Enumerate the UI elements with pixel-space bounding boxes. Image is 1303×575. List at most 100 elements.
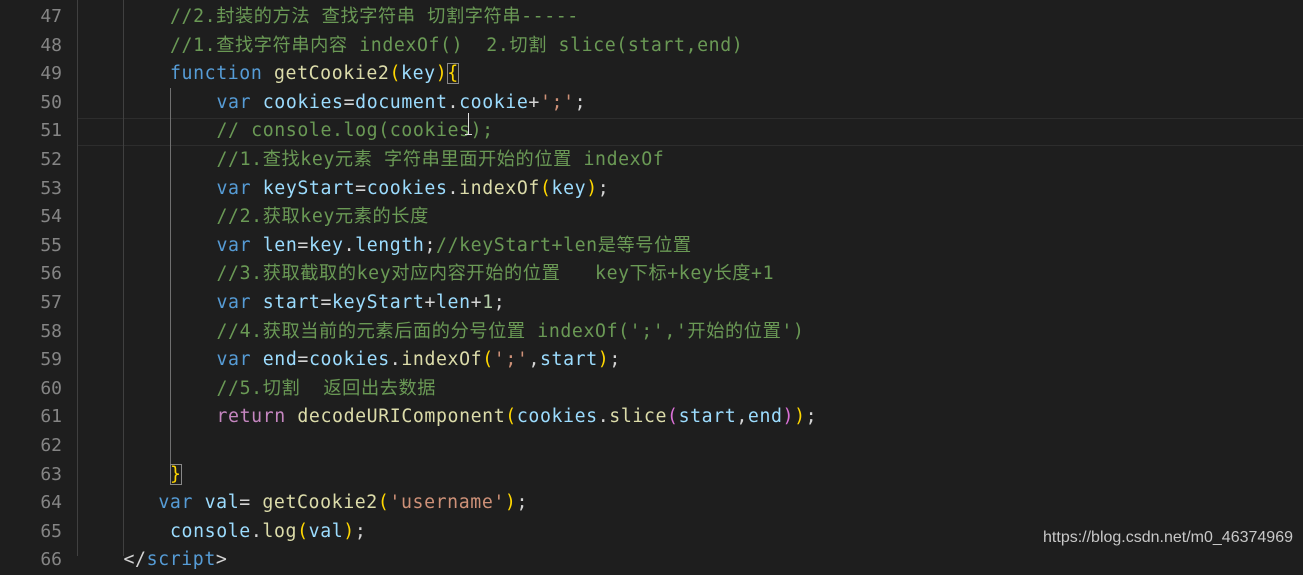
code-token: ; bbox=[574, 91, 587, 113]
code-text: var cookies=document.cookie+';'; bbox=[217, 89, 587, 118]
code-line[interactable]: 56 //3.获取截取的key对应内容开始的位置 key下标+key长度+1 bbox=[0, 260, 1303, 289]
code-line[interactable]: 62 bbox=[0, 432, 1303, 461]
code-line[interactable]: 50 var cookies=document.cookie+';'; bbox=[0, 89, 1303, 118]
code-token: ; bbox=[424, 234, 437, 256]
code-token: ; bbox=[516, 492, 529, 514]
code-line[interactable]: 58 //4.获取当前的元素后面的分号位置 indexOf(';','开始的位置'… bbox=[0, 318, 1303, 347]
code-line[interactable]: 54 //2.获取key元素的长度 bbox=[0, 203, 1303, 232]
line-number: 57 bbox=[40, 292, 62, 313]
code-token: + bbox=[470, 292, 483, 313]
line-number: 59 bbox=[40, 349, 62, 371]
code-token: </ bbox=[123, 549, 147, 571]
code-token: var bbox=[216, 91, 252, 113]
code-token: . bbox=[447, 177, 460, 199]
code-token: ) bbox=[435, 63, 448, 85]
code-token: val bbox=[204, 492, 240, 514]
code-text: return decodeURIComponent(cookies.slice(… bbox=[217, 403, 818, 432]
code-line[interactable]: 47 //2.封装的方法 查找字符串 切割字符串----- bbox=[0, 3, 1303, 32]
code-token: cookies bbox=[366, 177, 448, 199]
code-text: var val= getCookie2('username'); bbox=[158, 489, 528, 518]
code-token: 'username' bbox=[389, 492, 505, 514]
code-token: ; bbox=[493, 292, 506, 313]
code-token: end bbox=[747, 406, 783, 428]
code-text: var len=key.length;//keyStart+len是等号位置 bbox=[217, 232, 692, 261]
code-text: //1.查找字符串内容 indexOf() 2.切割 slice(start,e… bbox=[170, 32, 743, 61]
code-token: var bbox=[216, 292, 252, 313]
code-line[interactable]: 57 var start=keyStart+len+1; bbox=[0, 289, 1303, 318]
code-token: ( bbox=[667, 406, 679, 428]
code-token: key bbox=[308, 234, 344, 256]
code-token: ( bbox=[377, 492, 390, 514]
code-token: key bbox=[551, 177, 587, 199]
code-token: var bbox=[216, 349, 252, 371]
code-line[interactable]: 52 //1.查找key元素 字符串里面开始的位置 indexOf bbox=[0, 146, 1303, 175]
line-number: 61 bbox=[40, 406, 62, 428]
code-text: function getCookie2(key){ bbox=[170, 60, 459, 89]
code-token: var bbox=[158, 492, 194, 514]
code-line[interactable]: 66 </script> bbox=[0, 546, 1303, 575]
code-line[interactable]: 61 return decodeURIComponent(cookies.slic… bbox=[0, 403, 1303, 432]
code-line[interactable]: 53 var keyStart=cookies.indexOf(key); bbox=[0, 175, 1303, 204]
code-text: // console.log(cookies); bbox=[217, 117, 494, 146]
code-token: } bbox=[170, 463, 182, 485]
code-token: 1 bbox=[482, 292, 494, 313]
code-editor[interactable]: 47 //2.封装的方法 查找字符串 切割字符串----- 48 //1.查找字符串内… bbox=[0, 0, 1303, 570]
code-token: // console.log(cookies); bbox=[216, 120, 494, 142]
code-text: //2.获取key元素的长度 bbox=[217, 203, 429, 232]
line-number: 49 bbox=[40, 63, 62, 85]
code-token: //1.查找key元素 字符串里面开始的位置 indexOf bbox=[216, 149, 665, 170]
code-token: ; bbox=[609, 349, 621, 371]
code-line[interactable]: 63} bbox=[0, 461, 1303, 490]
code-token: ( bbox=[539, 177, 552, 199]
code-token: //2.封装的方法 查找字符串 切割字符串----- bbox=[170, 6, 579, 27]
line-number: 51 bbox=[40, 120, 62, 142]
code-line[interactable]: 49 function getCookie2(key){ bbox=[0, 60, 1303, 89]
code-token: cookie bbox=[459, 91, 529, 113]
code-token: cookies bbox=[308, 349, 390, 371]
code-token: getCookie2 bbox=[273, 63, 390, 85]
code-token: . bbox=[597, 406, 610, 428]
code-token: = bbox=[239, 492, 263, 514]
code-line[interactable]: 59 var end=cookies.indexOf(';',start); bbox=[0, 346, 1303, 375]
line-number: 62 bbox=[40, 435, 62, 456]
code-token: ) bbox=[597, 349, 610, 371]
line-number: 52 bbox=[40, 149, 62, 170]
code-text: //4.获取当前的元素后面的分号位置 indexOf(';','开始的位置') bbox=[217, 318, 805, 347]
code-token: function bbox=[170, 63, 263, 85]
code-token: ; bbox=[597, 177, 610, 199]
code-token: end bbox=[262, 349, 298, 371]
code-token: = bbox=[343, 91, 356, 113]
code-line[interactable]: 51 // console.log(cookies); bbox=[0, 117, 1303, 146]
code-text: //1.查找key元素 字符串里面开始的位置 indexOf bbox=[217, 146, 665, 175]
code-line[interactable]: 48 //1.查找字符串内容 indexOf() 2.切割 slice(start… bbox=[0, 32, 1303, 61]
code-token: cookies bbox=[516, 406, 598, 428]
code-line[interactable]: 64 var val= getCookie2('username'); bbox=[0, 489, 1303, 518]
code-text: var keyStart=cookies.indexOf(key); bbox=[217, 175, 610, 204]
code-token: , bbox=[736, 406, 748, 428]
code-token: return bbox=[216, 406, 286, 428]
code-token: = bbox=[297, 234, 309, 256]
code-token: script bbox=[146, 549, 216, 571]
code-token: //5.切割 返回出去数据 bbox=[216, 377, 437, 399]
code-token: + bbox=[424, 292, 436, 313]
code-token: ( bbox=[505, 406, 517, 428]
code-token: ) bbox=[504, 492, 517, 514]
code-token: , bbox=[528, 349, 540, 371]
code-token: ) bbox=[782, 406, 795, 428]
code-token: . bbox=[250, 520, 263, 542]
code-token: ) bbox=[794, 406, 806, 428]
line-number: 66 bbox=[40, 549, 62, 571]
code-token: ) bbox=[586, 177, 598, 199]
code-token: //2.获取key元素的长度 bbox=[216, 206, 429, 228]
code-token: val bbox=[308, 520, 344, 542]
code-line[interactable]: 60 //5.切割 返回出去数据 bbox=[0, 375, 1303, 404]
code-token: ';' bbox=[493, 349, 529, 371]
code-line[interactable]: 55 var len=key.length;//keyStart+len是等号位置 bbox=[0, 232, 1303, 261]
code-text: //2.封装的方法 查找字符串 切割字符串----- bbox=[170, 3, 579, 32]
